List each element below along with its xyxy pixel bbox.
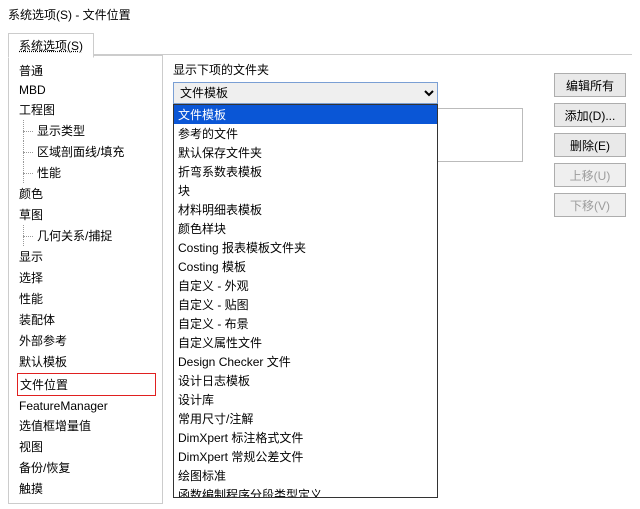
folder-type-dropdown[interactable]: 文件模板参考的文件默认保存文件夹折弯系数表模板块材料明细表模板颜色样块Costi… [173,104,438,498]
tree-item[interactable]: 性能 [9,288,162,309]
dropdown-item[interactable]: 默认保存文件夹 [174,143,437,162]
dropdown-item[interactable]: 参考的文件 [174,124,437,143]
main: 普通MBD工程图显示类型区域剖面线/填充性能颜色草图几何关系/捕捉显示选择性能装… [8,55,632,504]
dropdown-item[interactable]: 自定义属性文件 [174,333,437,352]
tree-item[interactable]: 备份/恢复 [9,457,162,478]
tree-item[interactable]: 工程图 [9,99,162,120]
dropdown-item[interactable]: 材料明细表模板 [174,200,437,219]
tree-item[interactable]: 异型孔向导/Toolbox [9,499,162,504]
tab-system-options[interactable]: 系统选项(S) [8,33,94,58]
edit-all-button[interactable]: 编辑所有 [554,73,626,97]
move-up-button: 上移(U) [554,163,626,187]
delete-button[interactable]: 删除(E) [554,133,626,157]
dropdown-item[interactable]: 绘图标准 [174,466,437,485]
tree-item[interactable]: 视图 [9,436,162,457]
tree-item-file-locations[interactable]: 文件位置 [17,373,156,396]
tree-item[interactable]: 触摸 [9,478,162,499]
tree-item[interactable]: 颜色 [9,183,162,204]
button-column: 编辑所有 添加(D)... 删除(E) 上移(U) 下移(V) [554,73,626,217]
tree-item[interactable]: 区域剖面线/填充 [9,141,162,162]
dropdown-item[interactable]: 设计库 [174,390,437,409]
dropdown-item[interactable]: 常用尺寸/注解 [174,409,437,428]
dropdown-item[interactable]: 块 [174,181,437,200]
folder-type-select[interactable]: 文件模板 [173,82,438,104]
tree-item[interactable]: 装配体 [9,309,162,330]
tree-item[interactable]: 草图 [9,204,162,225]
add-button[interactable]: 添加(D)... [554,103,626,127]
right-pane: 显示下项的文件夹 文件模板 文件模板参考的文件默认保存文件夹折弯系数表模板块材料… [163,55,632,504]
dropdown-item[interactable]: 设计日志模板 [174,371,437,390]
dropdown-item[interactable]: 自定义 - 外观 [174,276,437,295]
dropdown-item[interactable]: 文件模板 [174,105,437,124]
window-title: 系统选项(S) - 文件位置 [0,0,640,29]
tree-item[interactable]: 外部参考 [9,330,162,351]
tree-item[interactable]: 普通 [9,60,162,81]
tree-item[interactable]: 选择 [9,267,162,288]
dropdown-item[interactable]: Costing 报表模板文件夹 [174,238,437,257]
dropdown-item[interactable]: 函数编制程序分段类型定义 [174,485,437,498]
dropdown-item[interactable]: Costing 模板 [174,257,437,276]
move-down-button: 下移(V) [554,193,626,217]
dropdown-item[interactable]: DimXpert 常规公差文件 [174,447,437,466]
tree-item[interactable]: 几何关系/捕捉 [9,225,162,246]
dropdown-item[interactable]: Design Checker 文件 [174,352,437,371]
tree-item[interactable]: 选值框增量值 [9,415,162,436]
tree-item[interactable]: MBD [9,81,162,99]
tree-item[interactable]: 显示类型 [9,120,162,141]
tree-item[interactable]: 默认模板 [9,351,162,372]
tree-item[interactable]: 性能 [9,162,162,183]
tab-row: 系统选项(S) [8,33,632,55]
folder-type-combo[interactable]: 文件模板 文件模板参考的文件默认保存文件夹折弯系数表模板块材料明细表模板颜色样块… [173,82,438,104]
dropdown-item[interactable]: 折弯系数表模板 [174,162,437,181]
dropdown-item[interactable]: 自定义 - 布景 [174,314,437,333]
tree-item[interactable]: 显示 [9,246,162,267]
dropdown-item[interactable]: DimXpert 标注格式文件 [174,428,437,447]
tree-item[interactable]: FeatureManager [9,397,162,415]
category-tree[interactable]: 普通MBD工程图显示类型区域剖面线/填充性能颜色草图几何关系/捕捉显示选择性能装… [8,55,163,504]
dropdown-item[interactable]: 颜色样块 [174,219,437,238]
dropdown-item[interactable]: 自定义 - 贴图 [174,295,437,314]
